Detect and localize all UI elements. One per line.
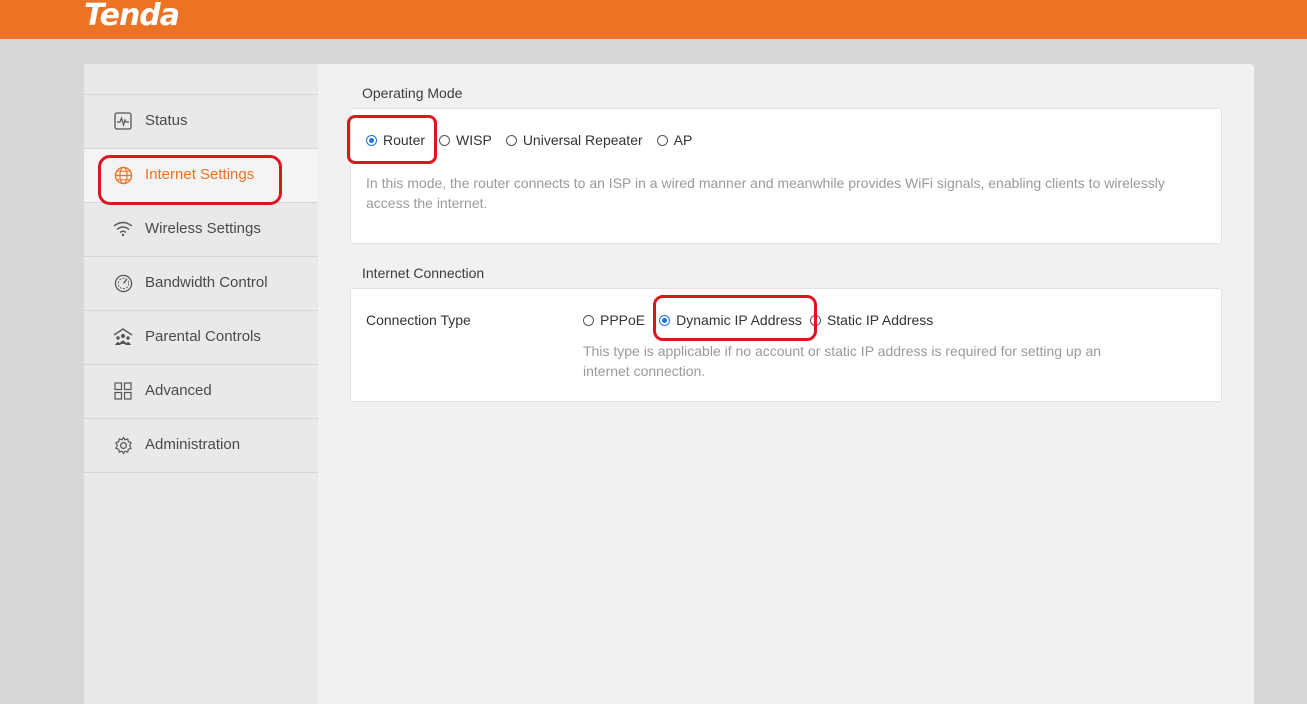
sidebar-item-administration[interactable]: Administration — [84, 418, 318, 473]
dynamic-ip-radio[interactable] — [659, 314, 671, 326]
operating-mode-title: Operating Mode — [362, 85, 463, 101]
wisp-label: WISP — [456, 132, 492, 148]
operating-mode-options: Router WISP Universal Repeater AP — [366, 132, 706, 148]
main-content: Operating Mode Router WISP Universal Rep… — [318, 64, 1254, 704]
sidebar-item-internet-settings[interactable]: Internet Settings — [84, 148, 318, 202]
router-radio[interactable] — [366, 134, 377, 146]
pppoe-radio[interactable] — [583, 314, 594, 326]
ap-radio[interactable] — [656, 134, 668, 146]
universal-repeater-radio[interactable] — [505, 134, 517, 146]
wifi-icon — [113, 219, 133, 239]
pppoe-label: PPPoE — [600, 312, 646, 328]
sidebar-item-label: Parental Controls — [145, 328, 261, 345]
top-header-bar: Tenda — [0, 0, 1307, 39]
router-label: Router — [383, 132, 426, 148]
sidebar-nav: Status Internet Settings Wireless Settin… — [84, 64, 318, 704]
universal-repeater-label: Universal Repeater — [522, 132, 643, 148]
connection-type-description: This type is applicable if no account or… — [583, 343, 1102, 379]
gear-icon — [113, 435, 133, 455]
sidebar-item-bandwidth-control[interactable]: Bandwidth Control — [84, 256, 318, 310]
operating-mode-description: In this mode, the router connects to an … — [366, 175, 1165, 211]
speedometer-icon — [113, 273, 133, 293]
sidebar-item-label: Internet Settings — [145, 166, 255, 183]
status-chart-icon — [113, 111, 133, 131]
sidebar-item-label: Advanced — [145, 382, 212, 399]
sidebar-item-label: Wireless Settings — [145, 220, 261, 237]
dynamic-ip-label: Dynamic IP Address — [676, 312, 802, 328]
sidebar-item-parental-controls[interactable]: Parental Controls — [84, 310, 318, 364]
sidebar-item-label: Bandwidth Control — [145, 274, 268, 291]
grid-icon — [113, 381, 133, 401]
sidebar-item-label: Status — [145, 112, 188, 129]
mode-universal-repeater-option[interactable]: Universal Repeater — [505, 132, 643, 148]
static-ip-option[interactable]: Static IP Address — [809, 312, 934, 328]
internet-connection-title: Internet Connection — [362, 265, 485, 281]
sidebar-item-label: Administration — [145, 436, 241, 453]
sidebar-item-wireless-settings[interactable]: Wireless Settings — [84, 202, 318, 256]
operating-mode-card: Router WISP Universal Repeater AP In thi… — [350, 108, 1222, 244]
internet-connection-card: Connection Type PPPoE Dynamic IP Address… — [350, 288, 1222, 402]
pppoe-option[interactable]: PPPoE — [583, 312, 645, 328]
mode-wisp-option[interactable]: WISP — [439, 132, 492, 148]
sidebar-item-status[interactable]: Status — [84, 94, 318, 148]
dynamic-ip-option[interactable]: Dynamic IP Address — [659, 312, 802, 328]
tenda-logo[interactable]: Tenda — [84, 0, 180, 33]
ap-label: AP — [673, 132, 693, 148]
static-ip-radio[interactable] — [809, 314, 821, 326]
globe-icon — [113, 165, 133, 185]
static-ip-label: Static IP Address — [826, 312, 934, 328]
sidebar-item-advanced[interactable]: Advanced — [84, 364, 318, 418]
connection-type-options: PPPoE Dynamic IP Address Static IP Addre… — [583, 312, 947, 328]
mode-ap-option[interactable]: AP — [656, 132, 693, 148]
family-icon — [113, 327, 133, 347]
mode-router-option[interactable]: Router — [366, 132, 425, 148]
wisp-radio[interactable] — [439, 134, 451, 146]
connection-type-label: Connection Type — [366, 312, 471, 328]
